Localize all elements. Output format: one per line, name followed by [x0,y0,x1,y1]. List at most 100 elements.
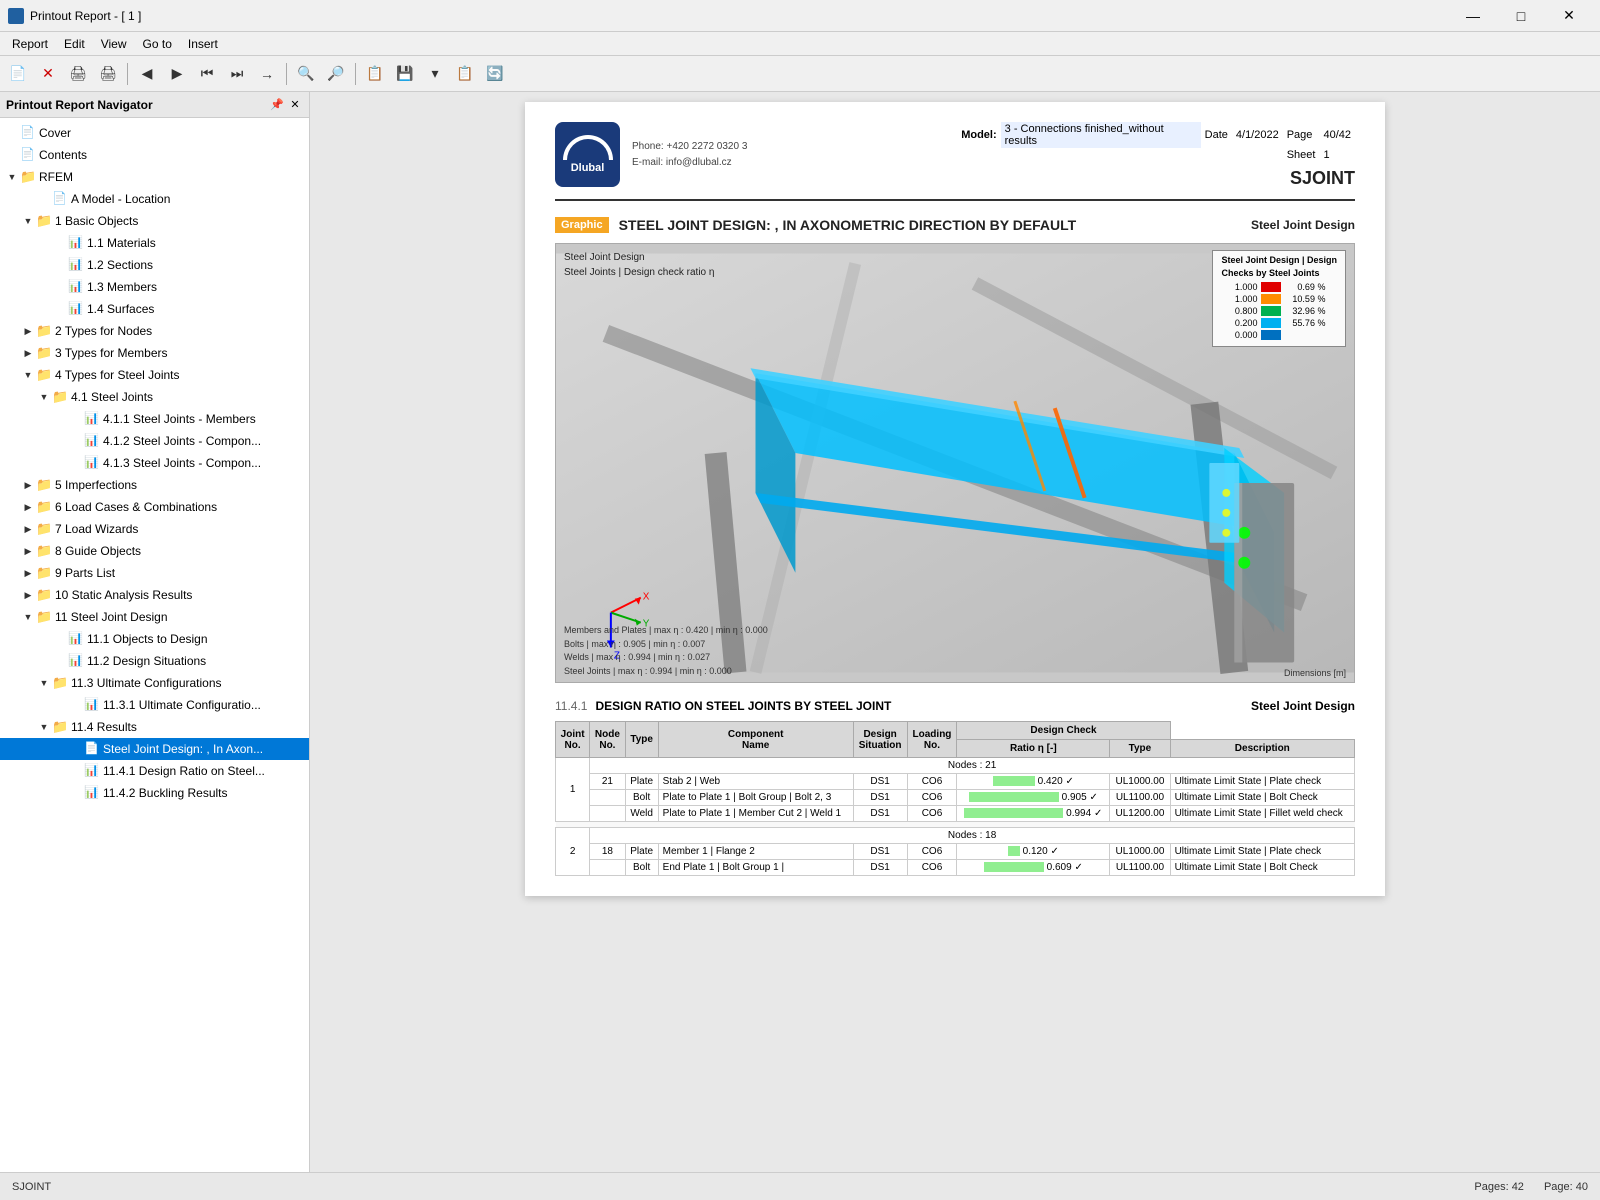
graphic-footer: Members and Plates | max η : 0.420 | min… [564,624,768,678]
tree-item-contents[interactable]: 📄 Contents [0,144,309,166]
load-wizards-expand[interactable]: ▶ [20,521,36,537]
toolbar-first[interactable]: ⏮ [193,60,221,88]
navigator-title: Printout Report Navigator [6,98,153,112]
tree-item-types-steel[interactable]: ▼ 📁 4 Types for Steel Joints [0,364,309,386]
ultimate-expand[interactable]: ▼ [36,675,52,691]
loading-co6-5: CO6 [907,860,957,876]
results-expand[interactable]: ▼ [36,719,52,735]
toolbar-print[interactable]: 🖨 [64,60,92,88]
legend-val-4: 0.000 [1221,330,1257,340]
toolbar-save[interactable]: 💾 [391,60,419,88]
node-no-2: 18 [590,844,625,860]
tree-item-buckling[interactable]: 📊 11.4.2 Buckling Results [0,782,309,804]
tree-item-imperfections[interactable]: ▶ 📁 5 Imperfections [0,474,309,496]
steel-joints-expand[interactable]: ▼ [36,389,52,405]
tree-item-sections[interactable]: 📊 1.2 Sections [0,254,309,276]
tree-item-steel-joints-compon1[interactable]: 📊 4.1.2 Steel Joints - Compon... [0,430,309,452]
toolbar-sep3 [355,63,356,85]
tree-item-sjd[interactable]: ▼ 📁 11 Steel Joint Design [0,606,309,628]
tree-item-design-situations[interactable]: 📊 11.2 Design Situations [0,650,309,672]
static-expand[interactable]: ▶ [20,587,36,603]
content-area[interactable]: Dlubal Phone: +420 2272 0320 3 E-mail: i… [310,92,1600,1172]
toolbar-paste[interactable]: 📋 [451,60,479,88]
tree-item-basic-objects[interactable]: ▼ 📁 1 Basic Objects [0,210,309,232]
tree-item-steel-joints-compon2[interactable]: 📊 4.1.3 Steel Joints - Compon... [0,452,309,474]
menu-insert[interactable]: Insert [180,35,226,53]
tree-item-axon[interactable]: 📄 Steel Joint Design: , In Axon... [0,738,309,760]
tree-item-parts-list[interactable]: ▶ 📁 9 Parts List [0,562,309,584]
joint-no-2: 2 [556,828,590,876]
tree-item-results[interactable]: ▼ 📁 11.4 Results [0,716,309,738]
footer-line3: Welds | max η : 0.994 | min η : 0.027 [564,651,768,665]
tree-item-steel-joints-members[interactable]: 📊 4.1.1 Steel Joints - Members [0,408,309,430]
toolbar-zoom-out[interactable]: 🔎 [322,60,350,88]
toolbar-delete[interactable]: ✕ [34,60,62,88]
toolbar-prev[interactable]: ◀ [133,60,161,88]
tree-item-guide-objects[interactable]: ▶ 📁 8 Guide Objects [0,540,309,562]
page-label: Page: [1544,1181,1573,1193]
toolbar-save-drop[interactable]: ▾ [421,60,449,88]
guide-objects-expand[interactable]: ▶ [20,543,36,559]
types-members-expand[interactable]: ▶ [20,345,36,361]
toolbar-print2[interactable]: 🖨 [94,60,122,88]
design-ratio-icon: 📊 [84,763,100,779]
tree-item-surfaces[interactable]: 📊 1.4 Surfaces [0,298,309,320]
tree-item-members[interactable]: 📊 1.3 Members [0,276,309,298]
menu-view[interactable]: View [93,35,135,53]
navigator-pin-button[interactable]: 📌 [269,97,285,113]
menu-goto[interactable]: Go to [135,35,180,53]
sjd-expand[interactable]: ▼ [20,609,36,625]
tree-item-cover[interactable]: 📄 Cover [0,122,309,144]
menu-report[interactable]: Report [4,35,56,53]
maximize-button[interactable]: □ [1498,0,1544,32]
toolbar-new[interactable]: 📄 [4,60,32,88]
toolbar-last[interactable]: ⏭ [223,60,251,88]
tree-item-types-members[interactable]: ▶ 📁 3 Types for Members [0,342,309,364]
tree-label-sj-compon1: 4.1.2 Steel Joints - Compon... [103,434,261,448]
close-button[interactable]: ✕ [1546,0,1592,32]
desc-4: Ultimate Limit State | Plate check [1170,844,1354,860]
pages-value: 42 [1512,1181,1524,1193]
minimize-button[interactable]: — [1450,0,1496,32]
navigator-close-button[interactable]: ✕ [287,97,303,113]
graphic-section-header: Graphic STEEL JOINT DESIGN: , IN AXONOME… [555,217,1355,233]
type-bolt: Bolt [625,790,658,806]
rfem-expand[interactable]: ▼ [4,169,20,185]
rfem-folder-icon: 📁 [20,169,36,185]
toolbar-next[interactable]: ▶ [163,60,191,88]
tree-label-load-wizards: 7 Load Wizards [55,522,138,536]
types-steel-expand[interactable]: ▼ [20,367,36,383]
tree-item-static-analysis[interactable]: ▶ 📁 10 Static Analysis Results [0,584,309,606]
tree-item-ultimate-config1[interactable]: 📊 11.3.1 Ultimate Configuratio... [0,694,309,716]
types-nodes-expand[interactable]: ▶ [20,323,36,339]
type-plate: Plate [625,774,658,790]
check-type-2: UL1100.00 [1110,790,1170,806]
toolbar-goto[interactable]: → [253,60,281,88]
parts-list-expand[interactable]: ▶ [20,565,36,581]
tree-item-objects-to-design[interactable]: 📊 11.1 Objects to Design [0,628,309,650]
toolbar-zoom-in[interactable]: 🔍 [292,60,320,88]
menu-edit[interactable]: Edit [56,35,93,53]
desc-2: Ultimate Limit State | Bolt Check [1170,790,1354,806]
legend-pct-3: 55.76 % [1285,318,1325,328]
tree-item-steel-joints[interactable]: ▼ 📁 4.1 Steel Joints [0,386,309,408]
tree-item-model-location[interactable]: 📄 A Model - Location [0,188,309,210]
toolbar-refresh[interactable]: 🔄 [481,60,509,88]
loading-co6-4: CO6 [907,844,957,860]
tree-item-materials[interactable]: 📊 1.1 Materials [0,232,309,254]
table-row: Bolt Plate to Plate 1 | Bolt Group | Bol… [556,790,1355,806]
basic-objects-expand[interactable]: ▼ [20,213,36,229]
legend-val-0: 1.000 [1221,282,1257,292]
tree-item-rfem[interactable]: ▼ 📁 RFEM [0,166,309,188]
design-ratio-module: Steel Joint Design [1251,699,1355,713]
tree-item-design-ratio[interactable]: 📊 11.4.1 Design Ratio on Steel... [0,760,309,782]
navigator-panel: Printout Report Navigator 📌 ✕ 📄 Cover 📄 … [0,92,310,1172]
tree-item-load-wizards[interactable]: ▶ 📁 7 Load Wizards [0,518,309,540]
toolbar-export[interactable]: 📋 [361,60,389,88]
imperfections-expand[interactable]: ▶ [20,477,36,493]
node-no-1b [590,790,625,806]
tree-item-load-cases[interactable]: ▶ 📁 6 Load Cases & Combinations [0,496,309,518]
tree-item-ultimate-config[interactable]: ▼ 📁 11.3 Ultimate Configurations [0,672,309,694]
tree-item-types-nodes[interactable]: ▶ 📁 2 Types for Nodes [0,320,309,342]
load-cases-expand[interactable]: ▶ [20,499,36,515]
